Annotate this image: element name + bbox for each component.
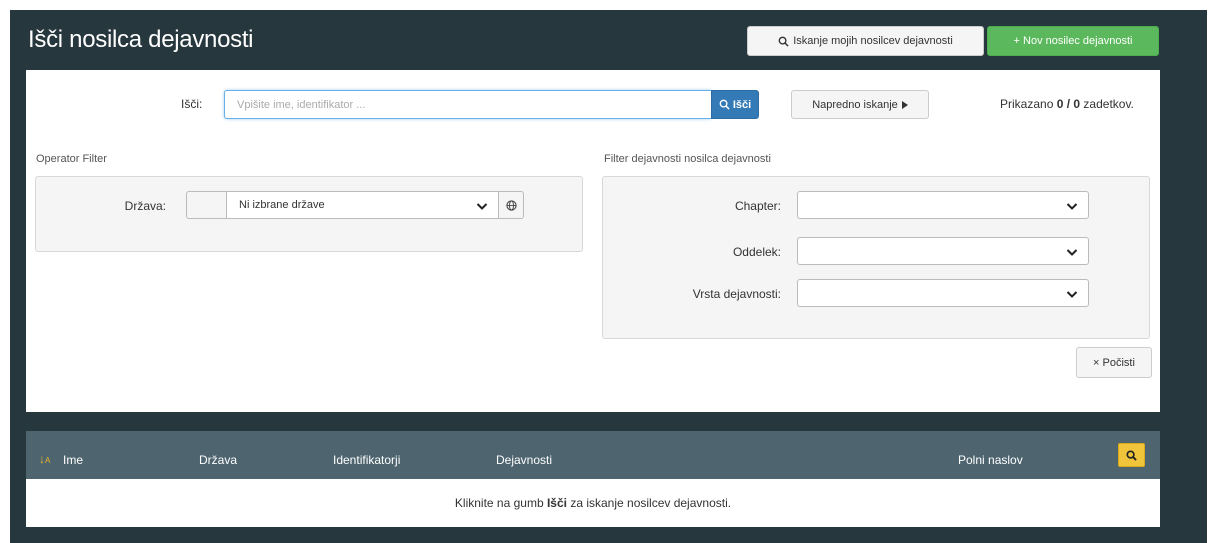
chapter-select[interactable] [797, 191, 1089, 219]
chevron-down-icon [476, 203, 488, 210]
app-container: Išči nosilca dejavnosti Iskanje mojih no… [10, 10, 1207, 543]
column-country[interactable]: Država [199, 453, 237, 467]
results-prefix: Prikazano [1000, 97, 1054, 111]
column-search-button[interactable] [1118, 443, 1145, 467]
empty-prefix: Kliknite na gumb [454, 496, 544, 510]
department-select[interactable] [797, 237, 1089, 265]
caret-right-icon [901, 100, 908, 109]
results-count: Prikazano 0 / 0 zadetkov. [1000, 97, 1134, 111]
chevron-down-icon [1066, 203, 1078, 210]
chevron-down-icon [1066, 249, 1078, 256]
activity-type-label: Vrsta dejavnosti: [692, 287, 781, 301]
advanced-search-button[interactable]: Napredno iskanje [791, 90, 929, 119]
chapter-label: Chapter: [734, 199, 781, 213]
search-button-label: Išči [732, 98, 752, 111]
search-button[interactable]: Išči [711, 90, 759, 119]
my-holders-search-button[interactable]: Iskanje mojih nosilcev dejavnosti [747, 26, 984, 56]
column-address[interactable]: Polni naslov [958, 453, 1023, 467]
country-select-value: Ni izbrane države [239, 199, 325, 211]
country-label: Država: [124, 199, 166, 213]
activity-type-select[interactable] [797, 279, 1089, 307]
activity-filter-box: Chapter: Oddelek: Vrsta dejavnosti: [602, 176, 1150, 339]
results-table-header: ↓A Ime Država Identifikatorji Dejavnosti… [26, 431, 1160, 479]
results-value: 0 / 0 [1056, 97, 1081, 111]
search-panel: Išči: Išči Napredno iskanje Prikazano 0 … [26, 70, 1160, 412]
column-name[interactable]: Ime [63, 453, 83, 467]
globe-icon [505, 199, 517, 211]
search-icon [1126, 449, 1137, 461]
column-identifiers[interactable]: Identifikatorji [333, 453, 400, 467]
sort-alpha-icon[interactable]: ↓A [39, 452, 50, 466]
department-label: Oddelek: [732, 245, 781, 259]
activity-filter-title: Filter dejavnosti nosilca dejavnosti [604, 153, 771, 165]
operator-filter-title: Operator Filter [36, 153, 107, 165]
table-empty-message: Kliknite na gumb Išči za iskanje nosilce… [26, 479, 1160, 527]
results-suffix: zadetkov. [1083, 97, 1134, 111]
search-input[interactable] [224, 90, 711, 119]
operator-filter-box: Država: Ni izbrane države [35, 176, 583, 252]
new-holder-label: + Nov nosilec dejavnosti [1013, 35, 1133, 47]
search-label: Išči: [181, 97, 203, 111]
globe-button[interactable] [499, 191, 524, 219]
country-select[interactable]: Ni izbrane države [226, 191, 499, 219]
country-flag [186, 191, 226, 219]
column-activities[interactable]: Dejavnosti [496, 453, 552, 467]
clear-button[interactable]: × Počisti [1076, 347, 1152, 378]
chevron-down-icon [1066, 291, 1078, 298]
clear-button-label: × Počisti [1093, 356, 1135, 369]
new-holder-button[interactable]: + Nov nosilec dejavnosti [987, 26, 1159, 56]
my-holders-search-label: Iskanje mojih nosilcev dejavnosti [793, 35, 953, 47]
search-icon [778, 36, 789, 47]
advanced-search-label: Napredno iskanje [812, 98, 898, 111]
page-title: Išči nosilca dejavnosti [28, 26, 254, 53]
search-icon [719, 99, 730, 110]
empty-bold: Išči [546, 496, 567, 510]
empty-suffix: za iskanje nosilcev dejavnosti. [570, 496, 732, 510]
